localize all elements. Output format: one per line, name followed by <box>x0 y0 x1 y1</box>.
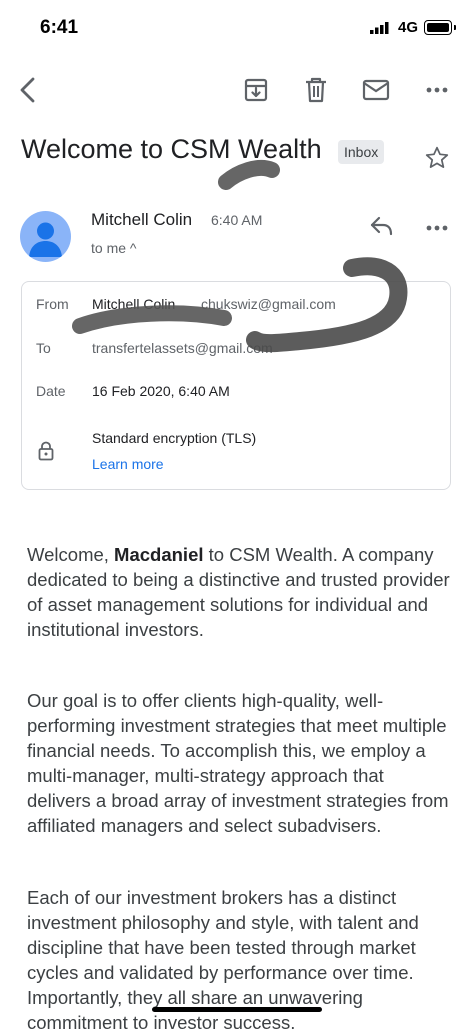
from-label: From <box>36 296 69 312</box>
inbox-label-badge[interactable]: Inbox <box>338 140 385 164</box>
star-icon[interactable] <box>424 145 450 171</box>
from-name: Mitchell Colin <box>92 296 176 312</box>
back-button[interactable] <box>12 74 44 106</box>
learn-more-link[interactable]: Learn more <box>92 456 164 472</box>
date-label: Date <box>36 383 66 399</box>
person-icon <box>29 222 62 257</box>
greeting-prefix: Welcome, <box>27 544 115 565</box>
avatar[interactable] <box>20 211 71 262</box>
sender-more-button[interactable] <box>421 212 453 244</box>
home-indicator[interactable] <box>152 1007 322 1012</box>
archive-icon <box>244 78 268 102</box>
mark-unread-button[interactable] <box>360 74 392 106</box>
reply-icon[interactable] <box>368 212 396 240</box>
from-email[interactable]: chukswiz@gmail.com <box>201 296 336 312</box>
mail-icon <box>362 79 390 101</box>
sender-name: Mitchell Colin <box>91 210 193 229</box>
delete-button[interactable] <box>300 74 332 106</box>
email-details-card: From Mitchell Colin chukswiz@gmail.com T… <box>21 281 451 490</box>
trash-icon <box>306 77 326 103</box>
status-time: 6:41 <box>40 17 79 38</box>
to-label: To <box>36 340 51 356</box>
network-type: 4G <box>398 19 419 36</box>
recipient-name: Macdaniel <box>114 544 204 565</box>
body-paragraph-1: Welcome, Macdaniel to CSM Wealth. A comp… <box>27 542 452 642</box>
more-options-button[interactable] <box>421 74 453 106</box>
lock-icon <box>38 441 54 461</box>
more-horizontal-icon <box>426 225 448 231</box>
to-email[interactable]: transfertelassets@gmail.com <box>92 340 273 356</box>
signal-icon <box>370 22 389 34</box>
sent-time: 6:40 AM <box>211 212 263 228</box>
encryption-status: Standard encryption (TLS) <box>92 430 257 446</box>
recipient-toggle[interactable]: to me ^ <box>91 240 136 256</box>
date-value: 16 Feb 2020, 6:40 AM <box>92 383 230 399</box>
archive-button[interactable] <box>240 74 272 106</box>
email-subject: Welcome to CSM Wealth <box>21 134 322 164</box>
more-horizontal-icon <box>426 87 448 93</box>
body-paragraph-3: Each of our investment brokers has a dis… <box>27 887 419 1033</box>
back-arrow-icon <box>20 77 35 103</box>
battery-icon <box>424 20 456 35</box>
body-paragraph-2: Our goal is to offer clients high-qualit… <box>27 690 449 836</box>
